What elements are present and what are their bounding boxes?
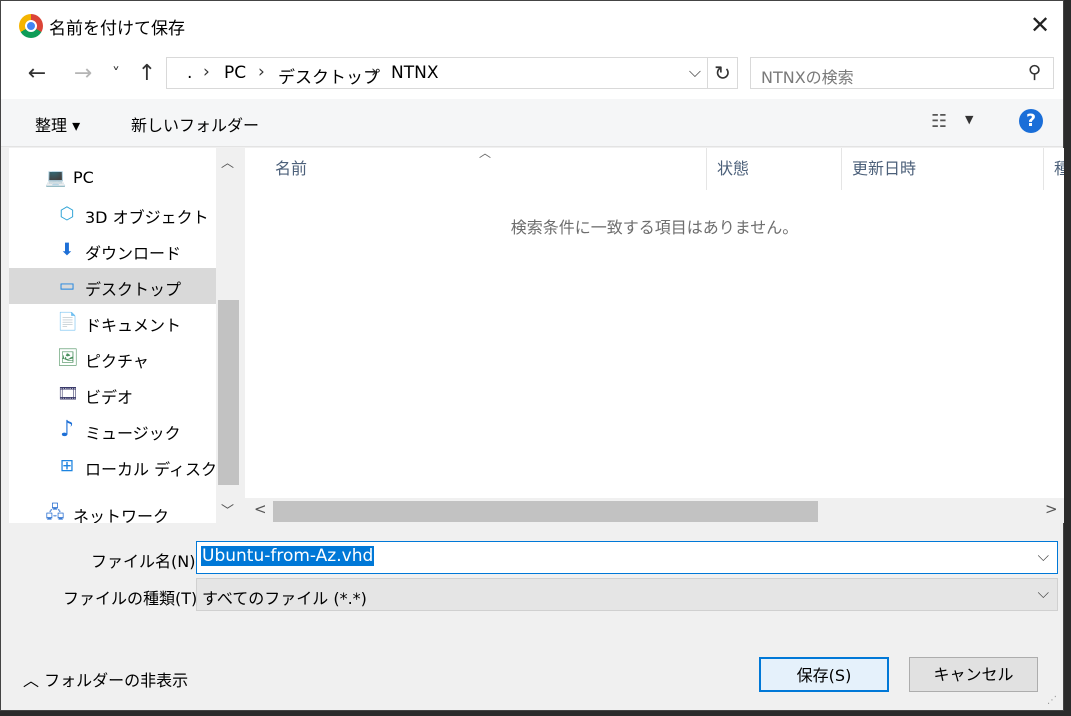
scroll-right-icon[interactable]: >: [1045, 500, 1058, 518]
column-header-status[interactable]: 状態: [707, 148, 842, 190]
breadcrumb-pc[interactable]: PC: [224, 63, 246, 83]
breadcrumb-separator[interactable]: ›: [258, 62, 265, 82]
new-folder-button[interactable]: 新しいフォルダー: [131, 112, 259, 136]
sidebar-item-label: ダウンロード: [85, 244, 182, 263]
breadcrumb-separator[interactable]: ›: [203, 62, 210, 82]
column-header-type[interactable]: 種: [1044, 148, 1064, 190]
chrome-icon: [19, 14, 43, 38]
sidebar-item-pc[interactable]: 💻 PC: [9, 160, 216, 196]
help-icon[interactable]: ?: [1019, 109, 1043, 133]
breadcrumb-desktop[interactable]: デスクトップ: [278, 63, 380, 88]
filename-value[interactable]: Ubuntu-from-Az.vhd: [201, 546, 375, 566]
chevron-down-icon[interactable]: ⌵: [1038, 547, 1049, 565]
organize-button[interactable]: 整理 ▾: [35, 112, 80, 136]
breadcrumb-root[interactable]: .: [187, 63, 192, 83]
resize-grip-icon[interactable]: ⋰: [1047, 695, 1057, 706]
column-header-modified[interactable]: 更新日時: [842, 148, 1044, 190]
sidebar-item-label: デスクトップ: [85, 280, 182, 299]
sidebar-scrollbar[interactable]: ︿ ﹀: [216, 148, 241, 523]
save-button[interactable]: 保存(S): [759, 657, 889, 692]
view-options-icon[interactable]: ☷: [931, 111, 947, 132]
pc-icon: 💻: [45, 168, 67, 188]
window-title: 名前を付けて保存: [49, 19, 185, 39]
sidebar-item-label: 3D オブジェクト: [85, 208, 209, 227]
scroll-down-icon[interactable]: ﹀: [221, 500, 234, 519]
filename-label: ファイル名(N):: [91, 552, 201, 571]
sidebar-item-videos[interactable]: 🎞 ビデオ: [9, 376, 216, 412]
file-list: 名前 ︿ 状態 更新日時 種 検索条件に一致する項目はありません。 < >: [245, 148, 1064, 523]
sidebar-item-documents[interactable]: 📄 ドキュメント: [9, 304, 216, 340]
address-bar[interactable]: . › PC › デスクトップ › NTNX ⌵ ↻: [166, 57, 738, 89]
cancel-button[interactable]: キャンセル: [909, 657, 1038, 692]
music-icon: ♪: [59, 417, 75, 442]
filetype-select[interactable]: すべてのファイル (*.*) ⌵: [196, 578, 1058, 611]
view-dropdown-icon[interactable]: ▼: [965, 113, 973, 126]
recent-locations-button[interactable]: ˅: [107, 59, 125, 89]
search-input[interactable]: NTNXの検索 ⚲: [750, 57, 1054, 89]
pictures-icon: 🖼: [57, 348, 79, 368]
sidebar-item-pictures[interactable]: 🖼 ピクチャ: [9, 340, 216, 376]
scroll-up-icon[interactable]: ︿: [221, 152, 234, 171]
sidebar-item-downloads[interactable]: ⬇ ダウンロード: [9, 232, 216, 268]
address-dropdown-icon[interactable]: ⌵: [689, 62, 701, 82]
back-button[interactable]: ←: [23, 59, 51, 89]
sidebar-item-label: ネットワーク: [73, 507, 170, 523]
navigation-bar: ← → ˅ ↑ . › PC › デスクトップ › NTNX ⌵ ↻ NTNXの…: [1, 51, 1063, 99]
download-icon: ⬇: [59, 240, 75, 260]
file-list-scrollbar[interactable]: < >: [245, 498, 1064, 523]
sidebar-item-label: ピクチャ: [85, 352, 149, 371]
sort-ascending-icon: ︿: [479, 148, 492, 160]
sidebar-item-label: ミュージック: [85, 424, 181, 443]
sidebar-item-label: PC: [73, 168, 94, 187]
filename-field[interactable]: Ubuntu-from-Az.vhd ⌵: [196, 541, 1058, 574]
network-icon: 🖧: [45, 503, 65, 523]
filetype-label: ファイルの種類(T):: [63, 589, 203, 608]
scroll-left-icon[interactable]: <: [254, 500, 267, 518]
chevron-down-icon[interactable]: ⌵: [1038, 584, 1049, 602]
search-placeholder: NTNXの検索: [761, 68, 854, 87]
video-icon: 🎞: [57, 384, 79, 404]
forward-button[interactable]: →: [69, 59, 97, 89]
filetype-value: すべてのファイル (*.*): [202, 589, 367, 608]
sidebar-item-label: ドキュメント: [85, 316, 182, 335]
hide-folders-button[interactable]: ︿ フォルダーの非表示: [23, 667, 188, 691]
desktop-icon: ▭: [58, 276, 76, 296]
scrollbar-thumb[interactable]: [273, 501, 818, 522]
save-as-dialog: 名前を付けて保存 ✕ ← → ˅ ↑ . › PC › デスクトップ › NTN…: [0, 0, 1064, 711]
navigation-pane: 💻 PC ⬡ 3D オブジェクト ⬇ ダウンロード ▭ デスクトップ 📄 ドキュ…: [9, 148, 241, 523]
search-icon[interactable]: ⚲: [1028, 62, 1041, 83]
sidebar-item-music[interactable]: ♪ ミュージック: [9, 412, 216, 448]
close-button[interactable]: ✕: [1017, 1, 1063, 51]
empty-folder-message: 検索条件に一致する項目はありません。: [510, 218, 799, 237]
sidebar-item-local-disk[interactable]: ⊞ ローカル ディスク (C: [9, 448, 240, 484]
refresh-icon[interactable]: ↻: [707, 58, 737, 88]
scrollbar-thumb[interactable]: [218, 300, 239, 485]
sidebar-item-label: ビデオ: [85, 388, 134, 407]
title-bar: 名前を付けて保存 ✕: [1, 1, 1063, 51]
command-bar: 整理 ▾ 新しいフォルダー ☷ ▼ ?: [1, 99, 1063, 147]
local-disk-icon: ⊞: [59, 456, 75, 476]
document-icon: 📄: [57, 312, 79, 332]
sidebar-item-3d-objects[interactable]: ⬡ 3D オブジェクト: [9, 196, 216, 232]
sidebar-item-network[interactable]: 🖧 ネットワーク: [9, 495, 216, 523]
sidebar-item-desktop[interactable]: ▭ デスクトップ: [9, 268, 216, 304]
up-button[interactable]: ↑: [133, 59, 161, 89]
3d-objects-icon: ⬡: [59, 204, 75, 224]
breadcrumb-ntnx[interactable]: NTNX: [391, 63, 438, 83]
breadcrumb-separator[interactable]: ›: [371, 62, 378, 82]
